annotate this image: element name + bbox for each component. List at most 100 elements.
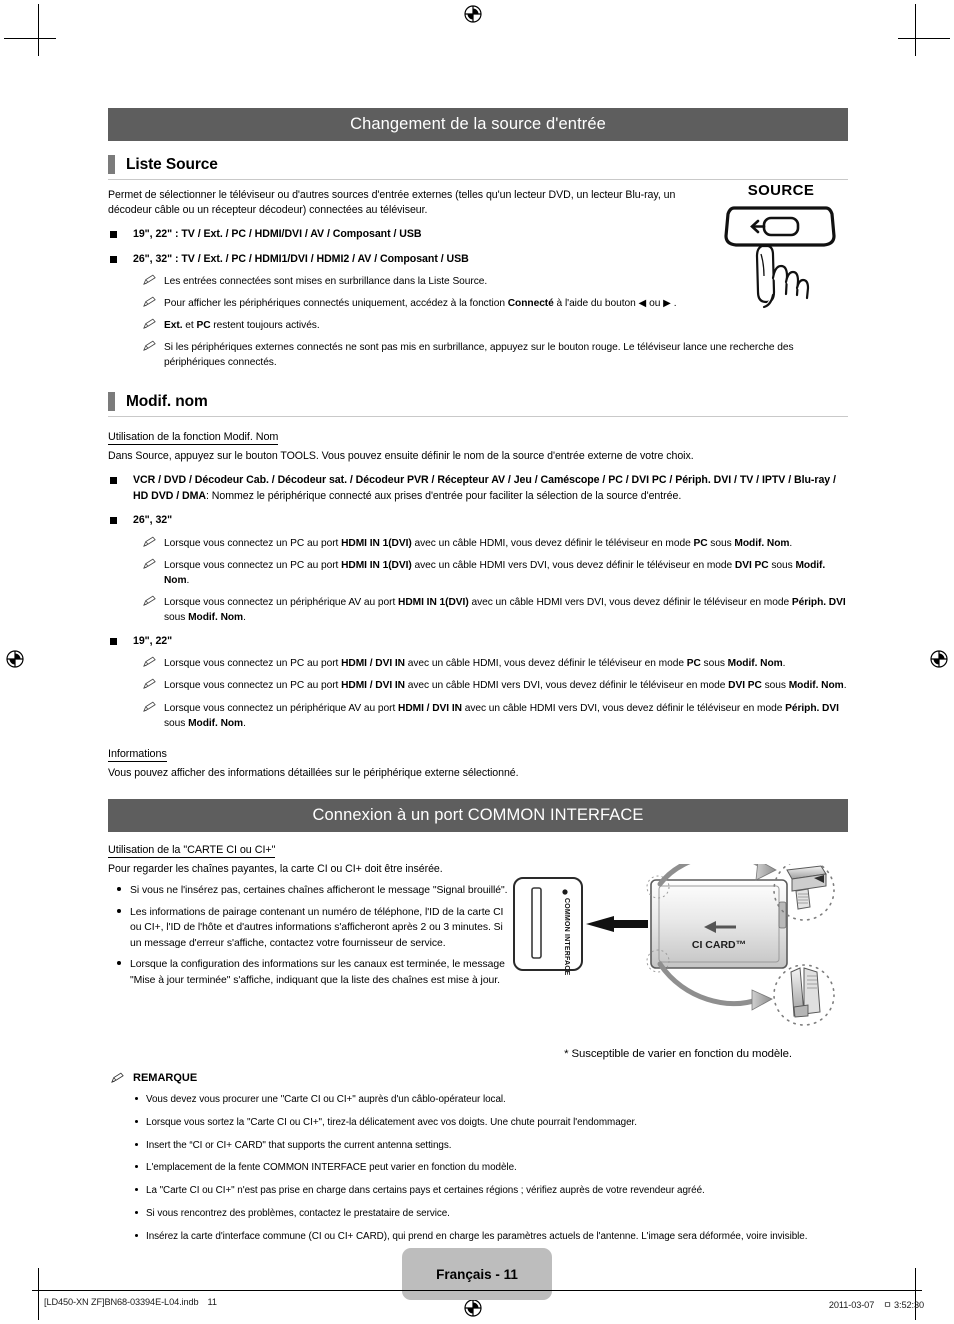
- list-item: Lorsque vous sortez la "Carte CI ou CI+"…: [108, 1116, 848, 1131]
- liste-source-intro: Permet de sélectionner le téléviseur ou …: [108, 189, 676, 217]
- note-item: Lorsque vous connectez un périphérique A…: [108, 701, 848, 731]
- note-text: Lorsque vous connectez un PC au port HDM…: [164, 658, 786, 670]
- slug-filename: [LD450-XN ZF]BN68-03394E-L04.indb: [44, 1297, 199, 1307]
- list-item-text: L'emplacement de la fente COMMON INTERFA…: [146, 1162, 517, 1174]
- square-bullet-icon: [108, 227, 133, 242]
- slug-timestamp: 2011-03-07 ㅁ 3:52:30: [829, 1297, 924, 1311]
- modif-nom-intro: Dans Source, appuyez sur le bouton TOOLS…: [108, 450, 694, 463]
- slug-time: 3:52:30: [894, 1300, 924, 1310]
- subsection-heading-modif-nom: Modif. nom: [108, 392, 848, 418]
- pencil-note-icon: [108, 701, 164, 731]
- registration-mark-left: [4, 648, 26, 670]
- ci-bullet-list: Si vous ne l'insérez pas, certaines chaî…: [108, 883, 508, 989]
- subsection-title: Modif. nom: [126, 392, 208, 410]
- note-text: Lorsque vous connectez un PC au port HDM…: [164, 537, 793, 549]
- square-bullet-icon: [108, 473, 133, 504]
- card-edge-detail-bottom: [773, 964, 835, 1026]
- slug-page-number: 11: [207, 1297, 217, 1307]
- note-text: Ext. et PC restent toujours activés.: [164, 320, 320, 332]
- note-item: Ext. et PC restent toujours activés.: [108, 318, 848, 333]
- note-item: Lorsque vous connectez un PC au port HDM…: [108, 656, 848, 671]
- pencil-note-icon: [108, 274, 164, 289]
- square-bullet-icon: [108, 252, 133, 267]
- pencil-note-icon: [108, 296, 164, 311]
- bullet-icon: [108, 1207, 146, 1222]
- crop-mark-top-right-v: [915, 4, 916, 56]
- subsection-heading-liste-source: Liste Source: [108, 155, 848, 181]
- size-group-label: 26", 32": [133, 514, 173, 527]
- slug-divider: [32, 1290, 922, 1291]
- source-button-label: SOURCE: [747, 182, 815, 199]
- registration-mark-right: [928, 648, 950, 670]
- note-item: Lorsque vous connectez un PC au port HDM…: [108, 678, 848, 693]
- bullet-icon: [108, 1184, 146, 1199]
- svg-text:COMMON INTERFACE: COMMON INTERFACE: [563, 898, 570, 976]
- list-item-text: Insert the “CI or CI+ CARD" that support…: [146, 1139, 452, 1151]
- list-item: Les informations de pairage contenant un…: [108, 905, 508, 952]
- remarque-list: Vous devez vous procurer une "Carte CI o…: [108, 1093, 848, 1245]
- crop-mark-top-right-h: [898, 38, 950, 39]
- bullet-icon: [108, 905, 130, 952]
- crop-mark-top-left-v: [38, 4, 39, 56]
- pencil-note-icon: [108, 558, 164, 588]
- note-text: Lorsque vous connectez un PC au port HDM…: [164, 680, 847, 692]
- notes-2632: Lorsque vous connectez un PC au port HDM…: [108, 536, 848, 625]
- note-text: Si les périphériques externes connectés …: [164, 342, 794, 369]
- ci-card: CI CARD™: [646, 875, 788, 973]
- bullet-icon: [108, 1161, 146, 1176]
- section-banner-common-interface: Connexion à un port COMMON INTERFACE: [108, 798, 848, 832]
- bullet-icon: [108, 883, 130, 899]
- pencil-note-icon: [108, 1072, 133, 1085]
- device-name-list-bullet: VCR / DVD / Décodeur Cab. / Décodeur sat…: [108, 473, 848, 504]
- source-button-graphic: SOURCE: [716, 182, 846, 317]
- informations-text: Vous pouvez afficher des informations dé…: [108, 766, 519, 779]
- list-item: Si vous rencontrez des problèmes, contac…: [108, 1207, 848, 1222]
- modif-nom-usage-heading: Utilisation de la fonction Modif. Nom: [108, 431, 279, 446]
- crop-mark-bottom-right-v: [915, 1268, 916, 1320]
- bullet-icon: [108, 1139, 146, 1154]
- pencil-note-icon: [108, 318, 164, 333]
- note-item: Lorsque vous connectez un PC au port HDM…: [108, 536, 848, 551]
- remote-source-key-illustration: [724, 206, 836, 309]
- note-item: Lorsque vous connectez un PC au port HDM…: [108, 558, 848, 588]
- pointing-hand-icon: [755, 244, 810, 309]
- registration-mark-top: [462, 3, 484, 25]
- size-group-1922: 19", 22": [108, 634, 848, 649]
- heading-bar-icon: [108, 392, 115, 412]
- bullet-icon: [108, 957, 130, 988]
- subsection-title: Liste Source: [126, 155, 218, 173]
- ci-section-columns: Pour regarder les chaînes payantes, la c…: [108, 852, 848, 1060]
- informations-heading: Informations: [108, 747, 167, 762]
- note-text: Lorsque vous connectez un périphérique A…: [164, 702, 839, 729]
- ci-intro: Pour regarder les chaînes payantes, la c…: [108, 862, 443, 875]
- slug-ampm: ㅁ: [883, 1300, 892, 1310]
- list-item-text: Les informations de pairage contenant un…: [130, 906, 504, 949]
- notes-1922: Lorsque vous connectez un PC au port HDM…: [108, 656, 848, 730]
- common-interface-slot: COMMON INTERFACE: [513, 876, 583, 976]
- crop-mark-bottom-left-v: [38, 1268, 39, 1320]
- callout-arrow-down: [657, 961, 773, 1011]
- pencil-note-icon: [108, 656, 164, 671]
- ci-section-text-column: Pour regarder les chaînes payantes, la c…: [108, 858, 508, 1060]
- list-item-text: La "Carte CI ou CI+" n'est pas prise en …: [146, 1185, 705, 1197]
- pencil-note-icon: [108, 536, 164, 551]
- list-item-text: Lorsque la configuration des information…: [130, 959, 505, 986]
- ci-card-usage-heading: Utilisation de la "CARTE CI ou CI+": [108, 843, 276, 858]
- list-item: Lorsque la configuration des information…: [108, 957, 508, 988]
- size-group-2632: 26", 32": [108, 513, 848, 528]
- bullet-icon: [108, 1116, 146, 1131]
- list-item: Insert the “CI or CI+ CARD" that support…: [108, 1139, 848, 1154]
- size-group-label: 19", 22": [133, 634, 173, 647]
- section-banner-input-source: Changement de la source d'entrée: [108, 108, 848, 142]
- square-bullet-icon: [108, 513, 133, 528]
- crop-mark-top-left-h: [4, 38, 56, 39]
- list-item-text: Insérez la carte d'interface commune (CI…: [146, 1231, 808, 1243]
- note-item: Si les périphériques externes connectés …: [108, 340, 848, 370]
- slug-date: 2011-03-07: [828, 1300, 875, 1310]
- ci-card-insertion-diagram: COMMON INTERFACE CI CARD™: [513, 852, 835, 1026]
- list-item: Si vous ne l'insérez pas, certaines chaî…: [108, 883, 508, 899]
- device-name-list-description: : Nommez le périphérique connecté aux pr…: [205, 489, 682, 502]
- ci-diagram: COMMON INTERFACE CI CARD™ * Susceptible …: [508, 852, 848, 1060]
- list-item-text: Si vous ne l'insérez pas, certaines chaî…: [130, 884, 508, 896]
- pencil-note-icon: [108, 340, 164, 370]
